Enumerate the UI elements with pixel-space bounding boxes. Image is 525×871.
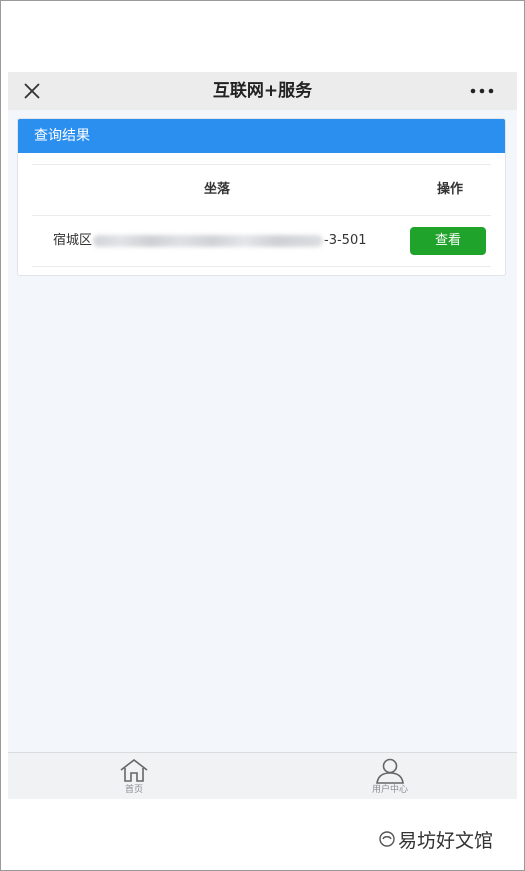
- table-divider: [32, 266, 491, 267]
- bottom-tab-bar: 首页 用户中心: [8, 752, 517, 799]
- main-content: 查询结果 坐落 操作 宿城区 -3-501 查看: [8, 110, 517, 752]
- address-cell: 宿城区 -3-501: [53, 216, 366, 266]
- result-table: 坐落 操作 宿城区 -3-501 查看: [32, 164, 491, 267]
- watermark-logo-icon: [379, 831, 395, 847]
- watermark-text: 易坊好文馆: [398, 829, 494, 852]
- address-prefix: 宿城区: [53, 233, 93, 248]
- tab-user-center[interactable]: 用户中心: [330, 755, 450, 799]
- tab-home-label: 首页: [124, 785, 143, 795]
- column-header-location: 坐落: [204, 182, 231, 197]
- query-result-card: 查询结果 坐落 操作 宿城区 -3-501 查看: [17, 118, 506, 276]
- column-header-action: 操作: [436, 182, 463, 197]
- tab-home[interactable]: 首页: [74, 755, 194, 799]
- page-title: 互联网+服务: [212, 81, 313, 101]
- home-icon: [120, 758, 148, 782]
- watermark: 易坊好文馆: [378, 823, 493, 855]
- table-header-row: 坐落 操作: [32, 165, 491, 215]
- tab-user-center-label: 用户中心: [371, 785, 408, 795]
- table-row: 宿城区 -3-501 查看: [32, 216, 491, 266]
- more-options-icon[interactable]: [469, 82, 495, 100]
- view-button[interactable]: 查看: [410, 227, 486, 255]
- address-suffix: -3-501: [324, 233, 367, 248]
- user-icon: [376, 758, 404, 784]
- top-nav-bar: 互联网+服务: [8, 72, 517, 110]
- card-header-title: 查询结果: [18, 119, 505, 153]
- redacted-address: [93, 235, 324, 247]
